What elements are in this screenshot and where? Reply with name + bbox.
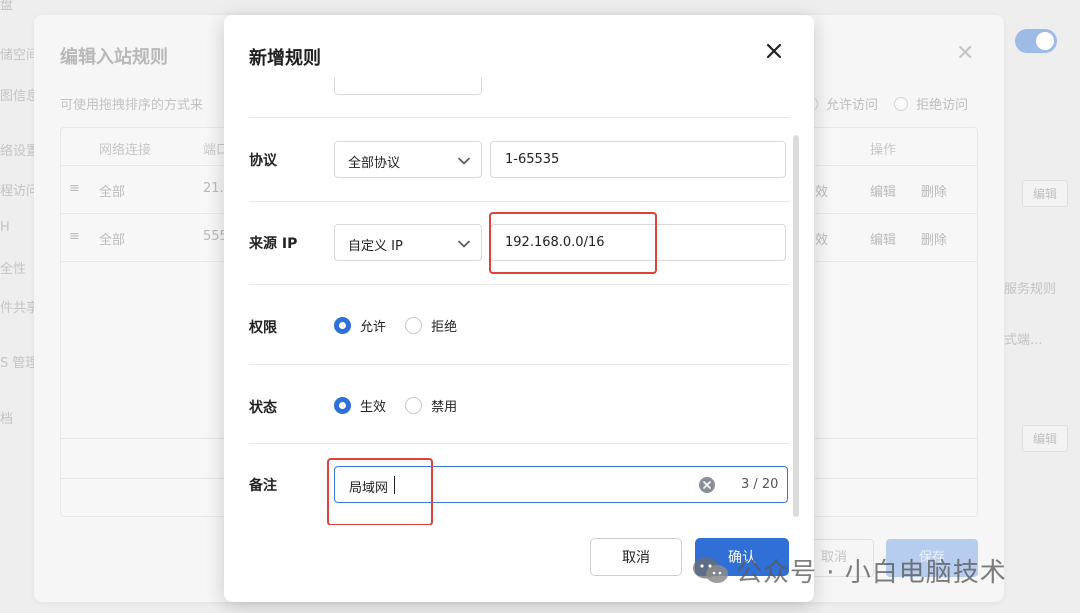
radio-icon bbox=[894, 97, 909, 111]
close-icon[interactable] bbox=[765, 42, 783, 60]
source-ip-label: 来源 IP bbox=[249, 236, 298, 252]
drag-handle-icon: ≡ bbox=[69, 181, 80, 196]
chevron-down-icon bbox=[458, 240, 470, 248]
back-save-button: 保存 bbox=[886, 539, 978, 577]
character-counter: 3 / 20 bbox=[741, 477, 779, 492]
modal-title: 新增规则 bbox=[249, 48, 321, 69]
column-header: 操作 bbox=[870, 143, 897, 158]
radio-label: 禁用 bbox=[431, 400, 458, 415]
nav-item: H bbox=[0, 220, 10, 235]
radio-icon bbox=[405, 397, 423, 414]
radio-selected-icon bbox=[334, 317, 351, 334]
table-cell: 效 bbox=[815, 233, 829, 248]
radio-selected-icon bbox=[334, 397, 351, 414]
radio-label: 允许 bbox=[360, 320, 387, 335]
ip-input-value: 192.168.0.0/16 bbox=[505, 235, 605, 250]
new-rule-modal: 新增规则 协议 全部协议 1-65535 来源 IP 自定义 IP 192.16… bbox=[224, 15, 814, 602]
nav-item: 档 bbox=[0, 412, 14, 427]
table-cell: 编辑 bbox=[870, 185, 897, 200]
status-radio-group: 生效 禁用 bbox=[334, 396, 471, 418]
radio-disabled[interactable]: 禁用 bbox=[405, 396, 457, 415]
note-input-value: 局域网 bbox=[349, 481, 389, 496]
partial-input[interactable] bbox=[334, 77, 482, 95]
permission-radio-group: 允许 拒绝 bbox=[334, 316, 471, 338]
divider bbox=[249, 117, 789, 118]
port-input-value: 1-65535 bbox=[505, 152, 560, 167]
column-header: 网络连接 bbox=[99, 143, 152, 158]
background-service-rules: 服务规则 bbox=[1004, 282, 1057, 297]
protocol-select-value: 全部协议 bbox=[348, 156, 401, 171]
divider bbox=[249, 364, 789, 365]
cancel-button[interactable]: 取消 bbox=[590, 538, 682, 576]
table-cell: 效 bbox=[815, 185, 829, 200]
table-cell: 删除 bbox=[921, 185, 948, 200]
divider bbox=[249, 201, 789, 202]
table-cell: 编辑 bbox=[870, 233, 897, 248]
background-edit-button: 编辑 bbox=[1022, 180, 1069, 207]
drag-handle-icon: ≡ bbox=[69, 229, 80, 244]
note-label: 备注 bbox=[249, 478, 277, 494]
background-right-panel: 编辑 服务规则 式端... 编辑 bbox=[1000, 0, 1080, 613]
note-input[interactable]: 局域网 3 / 20 bbox=[334, 466, 788, 503]
protocol-select[interactable]: 全部协议 bbox=[334, 141, 482, 178]
scrollbar[interactable] bbox=[793, 135, 799, 517]
nav-item: 盘 bbox=[0, 0, 14, 13]
nav-item: 全性 bbox=[0, 262, 27, 277]
back-dialog-title: 编辑入站规则 bbox=[60, 47, 168, 68]
radio-deny-label: 拒绝访问 bbox=[916, 98, 969, 113]
back-dialog-action-radios: 允许访问 拒绝访问 bbox=[804, 94, 980, 113]
source-ip-select[interactable]: 自定义 IP bbox=[334, 224, 482, 261]
permission-label: 权限 bbox=[249, 320, 277, 336]
background-edit-button: 编辑 bbox=[1022, 425, 1069, 452]
protocol-label: 协议 bbox=[249, 153, 277, 169]
radio-icon bbox=[405, 317, 423, 334]
form-scroll-area[interactable]: 协议 全部协议 1-65535 来源 IP 自定义 IP 192.168.0.0… bbox=[249, 77, 789, 525]
ip-input[interactable]: 192.168.0.0/16 bbox=[490, 224, 786, 261]
text-caret bbox=[394, 476, 395, 494]
confirm-button[interactable]: 确认 bbox=[695, 538, 789, 576]
close-icon: ✕ bbox=[956, 41, 975, 66]
status-label: 状态 bbox=[249, 400, 277, 416]
radio-label: 拒绝 bbox=[431, 320, 458, 335]
nav-item: S 管理 bbox=[0, 356, 39, 371]
radio-allow-label: 允许访问 bbox=[826, 98, 879, 113]
clear-icon[interactable] bbox=[699, 477, 715, 493]
back-dialog-description: 可使用拖拽排序的方式来 bbox=[60, 98, 204, 113]
radio-deny[interactable]: 拒绝 bbox=[405, 316, 457, 335]
radio-allow[interactable]: 允许 bbox=[334, 316, 386, 335]
table-cell: 全部 bbox=[99, 185, 126, 200]
radio-label: 生效 bbox=[360, 400, 387, 415]
divider bbox=[249, 284, 789, 285]
table-cell: 全部 bbox=[99, 233, 126, 248]
source-ip-select-value: 自定义 IP bbox=[348, 239, 403, 254]
port-input[interactable]: 1-65535 bbox=[490, 141, 786, 178]
table-cell: 删除 bbox=[921, 233, 948, 248]
chevron-down-icon bbox=[458, 157, 470, 165]
divider bbox=[249, 443, 789, 444]
table-cell: 21. bbox=[203, 181, 224, 196]
background-mode-text: 式端... bbox=[1004, 333, 1043, 348]
radio-enabled[interactable]: 生效 bbox=[334, 396, 386, 415]
